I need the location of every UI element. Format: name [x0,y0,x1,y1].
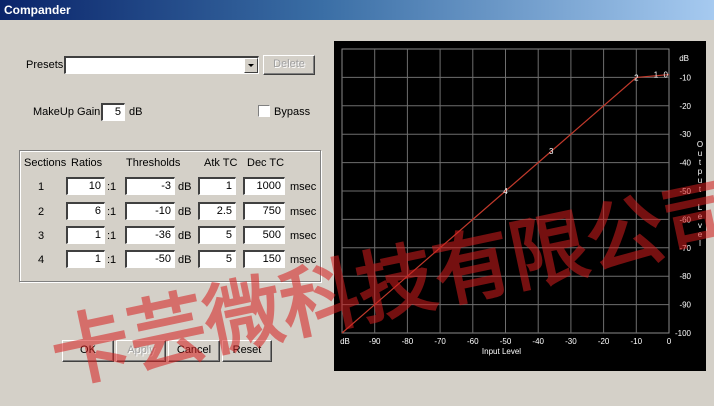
section-number: 4 [38,254,45,266]
bypass-label: Bypass [274,106,311,118]
section-marker: 2 [634,73,639,82]
header-atk-tc: Atk TC [204,157,238,169]
transfer-curve-graph[interactable]: -90 -80 -70 -60 -50 -40 -30 -20 -10 0 dB Input Leve… [334,41,706,371]
x-unit-label: dB [340,337,350,346]
makeup-gain-label: MakeUp Gain [33,106,101,118]
time-unit: msec [290,230,317,242]
y-tick-label: -40 [679,159,691,168]
ratio-suffix: :1 [107,206,117,218]
ok-button[interactable]: OK [62,340,114,362]
makeup-gain-unit: dB [129,106,143,118]
y-axis-label-char: e [698,230,703,239]
threshold-unit: dB [178,254,192,266]
section-marker: 0 [664,71,669,80]
cancel-button[interactable]: Cancel [168,340,220,362]
dec-tc-input[interactable]: 1000 [243,177,285,195]
time-unit: msec [290,181,317,193]
y-axis-label-char: L [698,203,703,212]
section-marker: 3 [549,147,554,156]
atk-tc-input[interactable]: 1 [198,177,236,195]
x-tick-label: -40 [532,337,544,346]
threshold-unit: dB [178,181,192,193]
x-tick-label: -90 [369,337,381,346]
ratio-input[interactable]: 6 [66,202,105,220]
presets-label: Presets [26,59,64,71]
time-unit: msec [290,206,317,218]
header-dec-tc: Dec TC [247,157,285,169]
threshold-input[interactable]: -3 [125,177,175,195]
title-bar: Compander [0,0,714,20]
y-axis-label-char: v [698,221,702,230]
y-tick-label: -100 [675,329,692,338]
x-tick-label: -50 [500,337,512,346]
ratio-suffix: :1 [107,181,117,193]
y-axis-label-char: O [697,140,703,149]
apply-button[interactable]: Apply [116,340,166,362]
bypass-checkbox[interactable] [258,105,270,117]
x-tick-label: -70 [434,337,446,346]
x-tick-label: -80 [402,337,414,346]
y-tick-label: -50 [679,187,691,196]
y-tick-label: -30 [679,130,691,139]
x-tick-label: -60 [467,337,479,346]
threshold-unit: dB [178,230,192,242]
atk-tc-input[interactable]: 5 [198,250,236,268]
section-marker: 4 [503,187,508,196]
y-axis-label-char: p [698,167,703,176]
y-unit-label: dB [679,54,689,63]
y-tick-label: -60 [679,215,691,224]
makeup-gain-input[interactable]: 5 [101,103,125,121]
y-tick-label: -80 [679,272,691,281]
x-tick-label: -20 [598,337,610,346]
x-tick-label: -30 [565,337,577,346]
y-axis-label-char: u [698,176,702,185]
y-axis-label-char: t [699,185,702,194]
section-number: 3 [38,230,45,242]
y-axis-label-char: e [698,212,703,221]
dec-tc-input[interactable]: 150 [243,250,285,268]
y-axis-label-char: t [699,158,702,167]
ratio-input[interactable]: 10 [66,177,105,195]
threshold-input[interactable]: -36 [125,226,175,244]
y-tick-label: -10 [679,73,691,82]
delete-button[interactable]: Delete [263,55,315,75]
section-marker: 1 [654,71,659,80]
dec-tc-input[interactable]: 750 [243,202,285,220]
transfer-curve-chart: -90 -80 -70 -60 -50 -40 -30 -20 -10 0dBInput Leve… [340,48,703,356]
y-tick-label: -90 [679,301,691,310]
ratio-input[interactable]: 1 [66,226,105,244]
y-axis-label-char: u [698,149,702,158]
x-axis-label: Input Level [482,347,521,356]
time-unit: msec [290,254,317,266]
ratio-suffix: :1 [107,230,117,242]
threshold-input[interactable]: -10 [125,202,175,220]
y-tick-label: -20 [679,102,691,111]
chevron-down-icon[interactable] [244,58,258,73]
y-axis-label-char: l [699,239,701,248]
window-title: Compander [4,3,71,17]
threshold-input[interactable]: -50 [125,250,175,268]
presets-dropdown[interactable] [64,56,259,74]
header-thresholds: Thresholds [126,157,181,169]
dec-tc-input[interactable]: 500 [243,226,285,244]
x-tick-label: 0 [667,337,672,346]
x-tick-label: -10 [631,337,643,346]
header-sections: Sections [24,157,67,169]
ratio-input[interactable]: 1 [66,250,105,268]
section-number: 2 [38,206,45,218]
y-tick-label: -70 [679,244,691,253]
atk-tc-input[interactable]: 2.5 [198,202,236,220]
ratio-suffix: :1 [107,254,117,266]
section-number: 1 [38,181,45,193]
threshold-unit: dB [178,206,192,218]
atk-tc-input[interactable]: 5 [198,226,236,244]
reset-button[interactable]: Reset [222,340,272,362]
header-ratios: Ratios [71,157,103,169]
